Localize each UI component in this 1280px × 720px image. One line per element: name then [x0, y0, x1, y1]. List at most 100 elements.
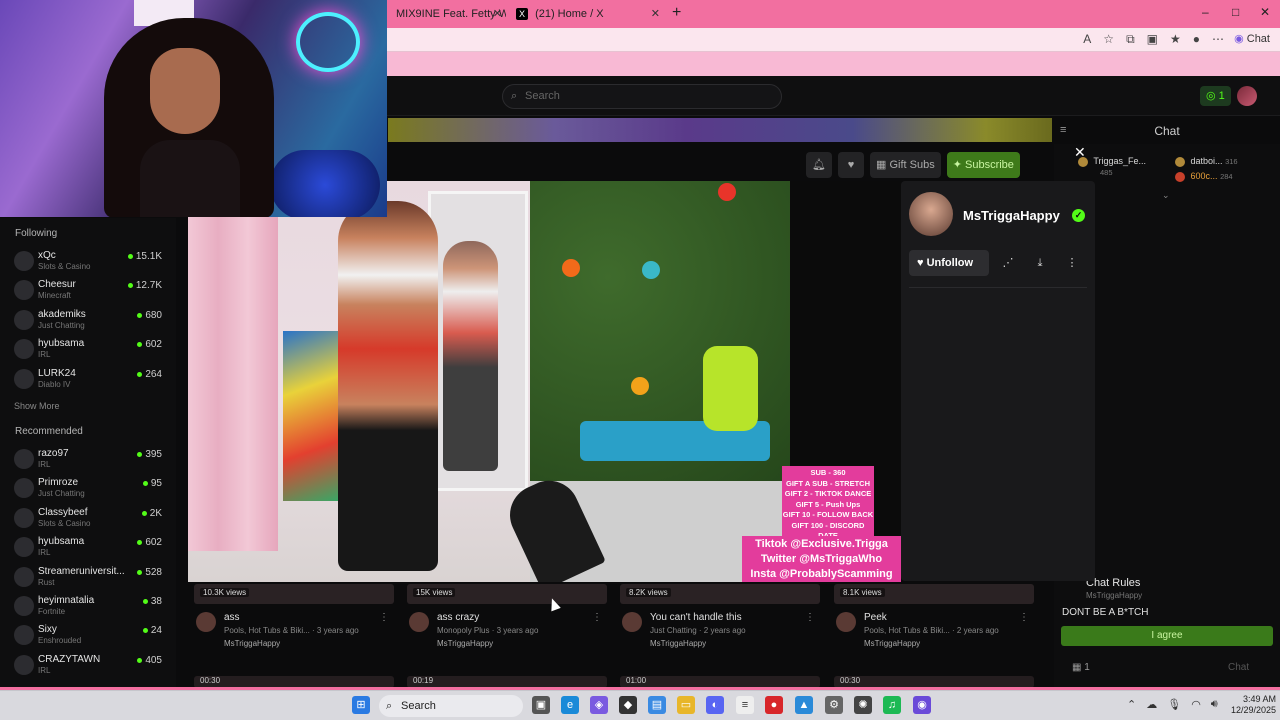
viewer-count: 2K: [142, 508, 162, 519]
edge-browser-icon[interactable]: e: [561, 696, 579, 714]
clip-more-icon[interactable]: ⋮: [379, 612, 389, 623]
sidebar-item-streameruniversity[interactable]: Streameruniversit... Rust 528: [14, 563, 164, 591]
taskbar-clock[interactable]: 3:49 AM 12/29/2025: [1222, 694, 1276, 716]
subscribe-button[interactable]: ✦ Subscribe: [946, 152, 1020, 178]
sidebar-item-crazytawn[interactable]: CRAZYTAWN IRL 405: [14, 651, 164, 679]
settings-gear-icon[interactable]: ⚙: [825, 696, 843, 714]
expand-gifters-icon[interactable]: ⌄: [1162, 190, 1170, 201]
close-tab-icon[interactable]: ✕: [651, 4, 660, 24]
spotify-icon[interactable]: ♫: [883, 696, 901, 714]
flower-decoration: [631, 377, 649, 395]
favorite-star-icon[interactable]: ☆: [1103, 32, 1114, 47]
profile-name[interactable]: MsTriggaHappy: [963, 208, 1060, 223]
clip-user[interactable]: MsTriggaHappy: [437, 639, 493, 648]
taskbar-search[interactable]: ⌕ Search: [379, 695, 523, 717]
start-button-icon[interactable]: ⊞: [352, 696, 370, 714]
tab-youtube[interactable]: MIX9INE Feat. Fetty Wap & A ✕: [388, 4, 506, 26]
microphone-icon[interactable]: 🎙︎: [1167, 698, 1181, 711]
clip-card[interactable]: 15K views ass crazy Monopoly Plus · 3 ye…: [401, 584, 607, 688]
clip-user[interactable]: MsTriggaHappy: [650, 639, 706, 648]
sidebar-item-sixy[interactable]: Sixy Enshrouded 24: [14, 621, 164, 649]
copilot-icon[interactable]: ◈: [590, 696, 608, 714]
clip-card[interactable]: 10.3K views ass Pools, Hot Tubs & Biki..…: [188, 584, 394, 688]
app-icon-2[interactable]: ◉: [913, 696, 931, 714]
channel-name: Primroze: [38, 477, 79, 488]
close-popover-icon[interactable]: ✕: [1074, 144, 1086, 161]
app-icon[interactable]: ◆: [619, 696, 637, 714]
gift-subs-button[interactable]: ▦ Gift Subs: [870, 152, 941, 178]
recorder-icon[interactable]: ●: [765, 696, 783, 714]
clip-title[interactable]: ass crazy: [437, 612, 479, 623]
clip-more-icon[interactable]: ⋮: [805, 612, 815, 623]
sidebar-item-classybeef[interactable]: Classybeef Slots & Casino 2K: [14, 504, 164, 532]
sidebar-item-hyubsama[interactable]: hyubsama IRL 602: [14, 335, 164, 363]
clip-user[interactable]: MsTriggaHappy: [864, 639, 920, 648]
more-menu-icon[interactable]: ⋯: [1212, 32, 1224, 47]
online-badge[interactable]: ◎ 1: [1200, 86, 1231, 106]
top-gifter-2[interactable]: datboi... 316: [1175, 156, 1238, 167]
unfollow-button[interactable]: ♥ Unfollow: [909, 250, 989, 276]
coin-icon: ◎: [1206, 90, 1216, 102]
collections-icon[interactable]: ▣: [1147, 32, 1158, 47]
clip-user[interactable]: MsTriggaHappy: [224, 639, 280, 648]
clip-card[interactable]: 8.2K views You can't handle this Just Ch…: [614, 584, 820, 688]
more-options-icon[interactable]: ⋮: [1062, 253, 1082, 273]
cloud-icon[interactable]: ☁: [1146, 698, 1157, 711]
top-gifter-1[interactable]: Triggas_Fe... 485: [1078, 156, 1146, 177]
close-window-button[interactable]: ✕: [1260, 5, 1270, 19]
discord-icon[interactable]: ◐: [706, 696, 724, 714]
agree-button[interactable]: I agree: [1061, 626, 1273, 646]
wifi-icon[interactable]: ◠: [1191, 698, 1201, 711]
clip-title[interactable]: You can't handle this: [650, 612, 742, 623]
store-icon[interactable]: ▤: [648, 696, 666, 714]
channel-category: Rust: [38, 578, 55, 587]
clip-title[interactable]: Peek: [864, 612, 887, 623]
minimize-button[interactable]: –: [1202, 5, 1209, 19]
sidebar-item-cheesur[interactable]: Cheesur Minecraft 12.7K: [14, 276, 164, 304]
new-tab-button[interactable]: +: [672, 4, 681, 22]
close-tab-icon[interactable]: ✕: [493, 4, 502, 24]
tab-x-home[interactable]: X (21) Home / X ✕: [508, 4, 664, 26]
copilot-chat-button[interactable]: ◉ Chat: [1234, 32, 1270, 45]
search-input[interactable]: ⌕ Search: [502, 84, 782, 109]
sidebar-item-primroze[interactable]: Primroze Just Chatting 95: [14, 474, 164, 502]
sidebar-item-xqc[interactable]: xQc Slots & Casino 15.1K: [14, 247, 164, 275]
photos-icon[interactable]: ▲: [795, 696, 813, 714]
show-more-link[interactable]: Show More: [14, 401, 60, 411]
sidebar-item-hyubsama-rec[interactable]: hyubsama IRL 602: [14, 533, 164, 561]
download-icon[interactable]: ⤓: [1030, 253, 1050, 273]
clip-title[interactable]: ass: [224, 612, 240, 623]
sidebar-item-akademiks[interactable]: akademiks Just Chatting 680: [14, 306, 164, 334]
divider: [909, 287, 1087, 288]
sidebar-item-razo97[interactable]: razo97 IRL 395: [14, 445, 164, 473]
viewer-count: 405: [137, 655, 162, 666]
clip-card[interactable]: 8.1K views Peek Pools, Hot Tubs & Biki..…: [828, 584, 1034, 688]
chatgpt-icon[interactable]: ✺: [854, 696, 872, 714]
extensions-icon[interactable]: ⧉: [1126, 32, 1135, 47]
maximize-button[interactable]: □: [1232, 5, 1239, 19]
notepad-icon[interactable]: ≡: [736, 696, 754, 714]
profile-avatar[interactable]: [909, 192, 953, 236]
user-avatar[interactable]: [1236, 86, 1257, 106]
follow-heart-button[interactable]: ♥: [838, 152, 864, 178]
top-gifter-3[interactable]: 600c... 284: [1175, 171, 1233, 182]
sidebar-item-heyimnatalia[interactable]: heyimnatalia Fortnite 38: [14, 592, 164, 620]
favorites-icon[interactable]: ★: [1170, 32, 1181, 47]
chat-send-button[interactable]: Chat: [1228, 662, 1249, 673]
notification-bell-button[interactable]: 🔔︎: [806, 152, 832, 178]
chat-rules-text: DONT BE A B*TCH: [1062, 607, 1149, 618]
chevron-up-icon[interactable]: ⌃: [1127, 698, 1136, 711]
profile-icon[interactable]: ●: [1193, 32, 1200, 47]
clip-more-icon[interactable]: ⋮: [592, 612, 602, 623]
task-view-icon[interactable]: ▣: [532, 696, 550, 714]
avatar: [196, 612, 216, 632]
file-explorer-icon[interactable]: ▭: [677, 696, 695, 714]
read-aloud-icon[interactable]: A: [1083, 32, 1091, 47]
sidebar-item-lurk24[interactable]: LURK24 Diablo IV 264: [14, 365, 164, 393]
share-icon[interactable]: ⋰: [998, 253, 1018, 273]
clip-more-icon[interactable]: ⋮: [1019, 612, 1029, 623]
channel-name: hyubsama: [38, 338, 85, 349]
gift-subs-label: Gift Subs: [889, 159, 935, 171]
calendar-icon[interactable]: ▦: [1072, 662, 1081, 673]
volume-icon[interactable]: 🔊︎: [1211, 698, 1218, 711]
